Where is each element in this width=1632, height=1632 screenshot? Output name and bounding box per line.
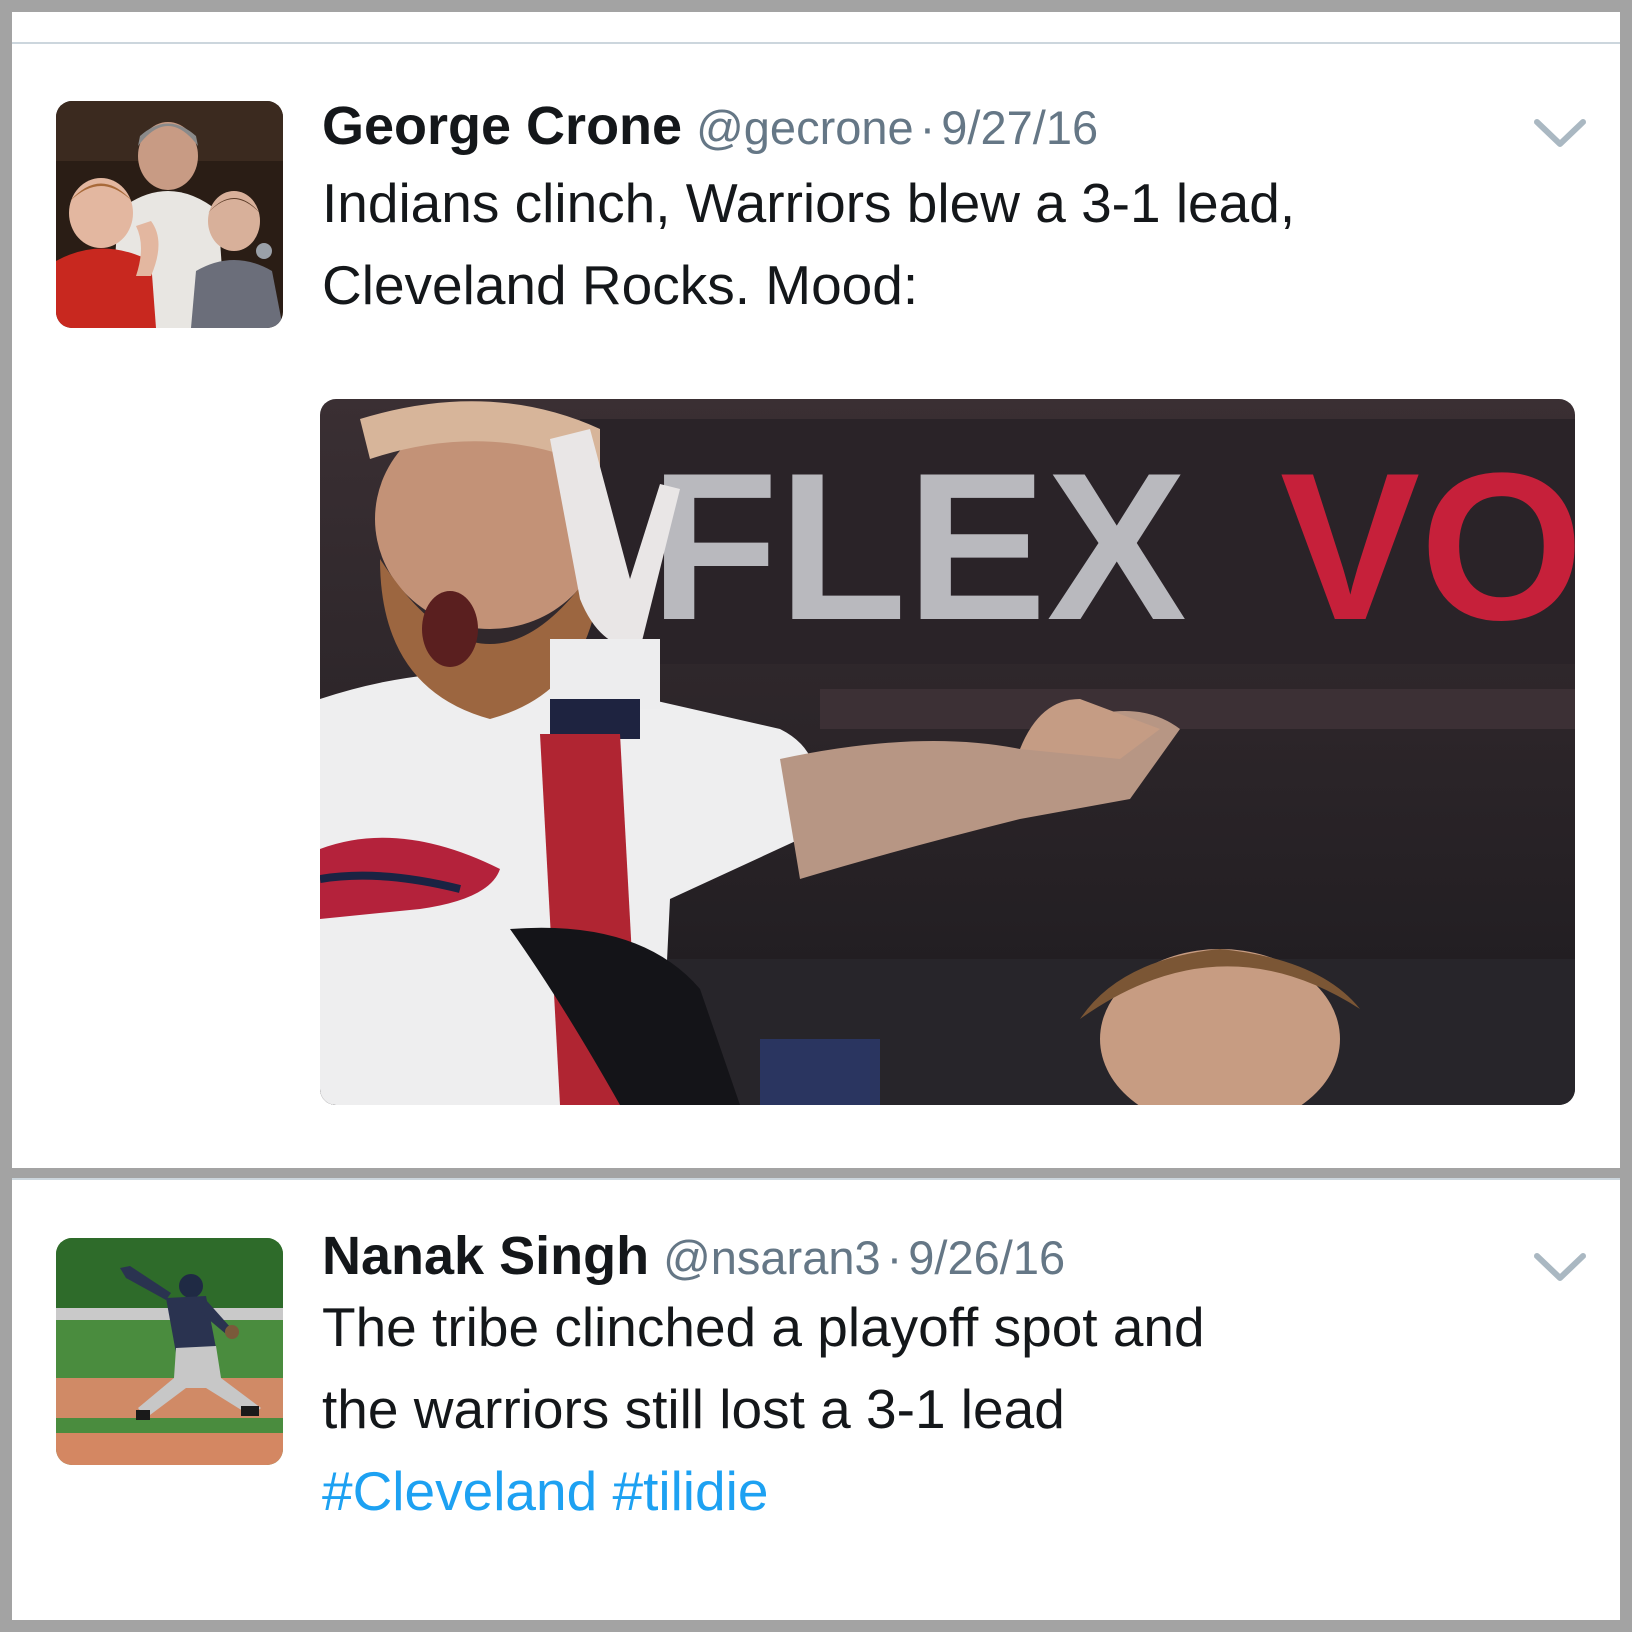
separator-dot: · [919, 101, 936, 154]
top-divider [12, 1178, 1620, 1180]
tweet-text-line: The tribe clinched a playoff spot and [322, 1296, 1205, 1358]
tweet-header: George Crone @gecrone · 9/27/16 [322, 96, 1098, 156]
tweet-text-line: the warriors still lost a 3-1 lead [322, 1378, 1065, 1440]
user-handle[interactable]: @gecrone [696, 101, 914, 154]
family-photo-image [56, 101, 283, 328]
tweet-text-line: Indians clinch, Warriors blew a 3-1 lead… [322, 172, 1296, 234]
hashtag-line: #Cleveland #tilidie [322, 1450, 1572, 1532]
banner-text-red: VO [1280, 429, 1575, 664]
tweet-media-image[interactable]: FLEX VO [320, 399, 1575, 1105]
display-name[interactable]: Nanak Singh [322, 1226, 649, 1286]
avatar-george-crone[interactable] [56, 101, 283, 328]
chevron-down-icon[interactable] [1529, 1246, 1591, 1286]
banner-text: FLEX [650, 429, 1187, 664]
avatar-nanak-singh[interactable] [56, 1238, 283, 1465]
tweet-card-1[interactable]: George Crone @gecrone · 9/27/16 Indians cli… [12, 12, 1620, 1168]
top-divider [12, 42, 1620, 44]
baseball-pitcher-photo [56, 1238, 283, 1465]
celebration-photo: FLEX VO [320, 399, 1575, 1105]
chevron-down-icon[interactable] [1529, 112, 1591, 152]
tweet-text: Indians clinch, Warriors blew a 3-1 lead… [322, 162, 1572, 326]
tweet-header: Nanak Singh @nsaran3 · 9/26/16 [322, 1226, 1065, 1286]
tweet-date[interactable]: 9/26/16 [908, 1231, 1065, 1284]
tweet-card-2[interactable]: Nanak Singh @nsaran3 · 9/26/16 The tribe cl… [12, 1178, 1620, 1620]
tweet-text-line: Cleveland Rocks. Mood: [322, 254, 919, 316]
user-handle[interactable]: @nsaran3 [663, 1231, 881, 1284]
separator-dot: · [886, 1231, 903, 1284]
hashtag-link[interactable]: #Cleveland [322, 1460, 597, 1522]
hashtag-link[interactable]: #tilidie [612, 1460, 768, 1522]
tweet-date[interactable]: 9/27/16 [941, 101, 1098, 154]
display-name[interactable]: George Crone [322, 96, 682, 156]
tweet-text: The tribe clinched a playoff spot and th… [322, 1286, 1572, 1532]
